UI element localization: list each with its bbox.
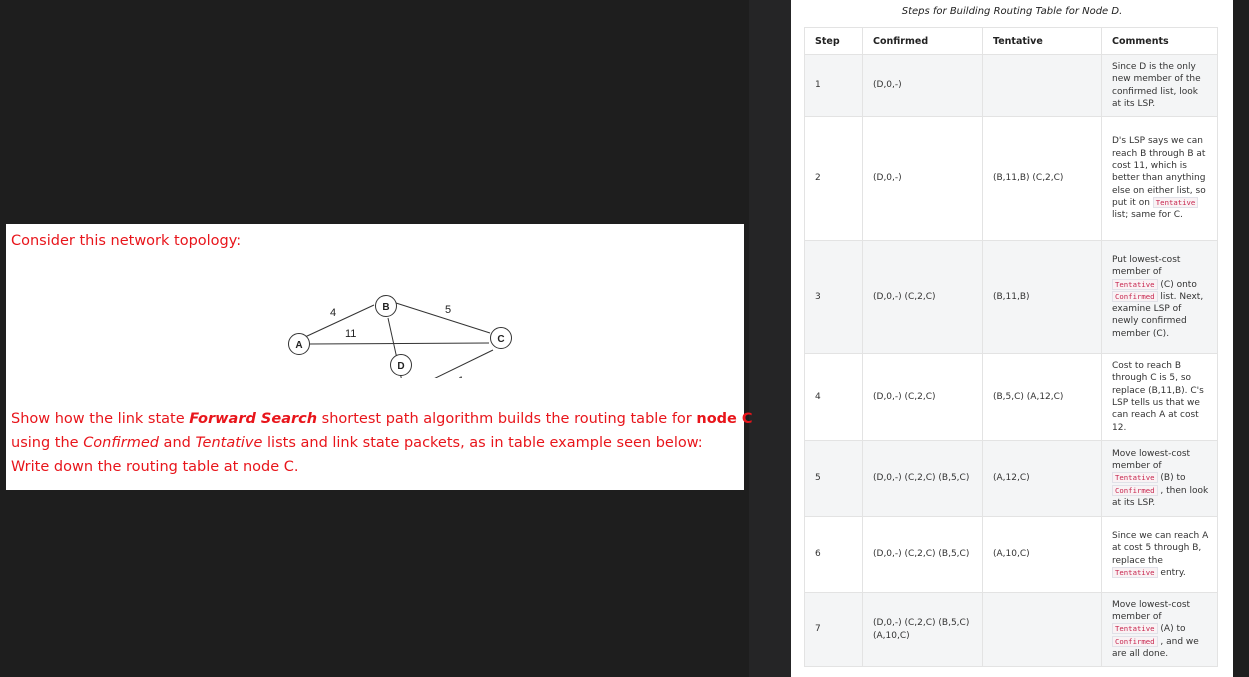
question-text-part: Show how the link state — [11, 411, 190, 427]
question-text-part: and — [158, 435, 196, 451]
step-cell: 3 — [804, 240, 863, 354]
comment-text: (C) onto — [1157, 279, 1197, 290]
svg-text:A: A — [295, 340, 302, 351]
step-cell: 7 — [804, 592, 863, 667]
step-cell: 1 — [804, 54, 863, 117]
edge-b-c — [395, 302, 491, 334]
code-snippet: Tentative — [1112, 278, 1158, 290]
confirmed-cell: (D,0,-) (C,2,C) (B,5,C) — [862, 440, 983, 517]
comment-text: Put lowest-cost member of — [1112, 254, 1181, 278]
svg-text:B: B — [382, 302, 389, 313]
header-step: Step — [804, 27, 863, 55]
edge-label-c-d: 1 — [458, 375, 464, 378]
code-snippet: Confirmed — [1112, 290, 1158, 302]
question-text-part: Confirmed — [83, 435, 159, 451]
code-snippet: Confirmed — [1112, 635, 1158, 647]
svg-text:D: D — [397, 361, 404, 372]
table-header-row: Step Confirmed Tentative Comments — [804, 27, 1218, 55]
edge-label-b-c: 5 — [445, 304, 451, 316]
table-row: 7 (D,0,-) (C,2,C) (B,5,C) (A,10,C) Move lo… — [804, 592, 1218, 667]
question-text-part: Forward Search — [189, 411, 318, 427]
comment-text: Move lowest-cost member of — [1112, 599, 1191, 623]
comment-text: Move lowest-cost member of — [1112, 448, 1191, 472]
tentative-cell: (B,11,B) (C,2,C) — [982, 116, 1102, 241]
comment-cell: Move lowest-cost member of Tentative (B)… — [1101, 440, 1218, 517]
comment-text: Since D is the only new member of the co… — [1112, 61, 1201, 109]
tentative-cell: (A,12,C) — [982, 440, 1102, 517]
comment-cell: Since we can reach A at cost 5 through B… — [1101, 516, 1218, 593]
comment-text: Since we can reach A at cost 5 through B… — [1112, 530, 1209, 566]
header-confirmed: Confirmed — [862, 27, 983, 55]
edge-label-a-c: 11 — [345, 328, 356, 340]
node-d-circle: D — [390, 354, 412, 376]
code-snippet: Tentative — [1152, 196, 1199, 208]
edge-a-b — [304, 304, 375, 338]
routing-steps-table: Step Confirmed Tentative Comments 1 (D,0,… — [804, 27, 1218, 667]
confirmed-cell: (D,0,-) (C,2,C) — [862, 353, 983, 441]
window-divider — [749, 0, 791, 677]
comment-text: list; same for C. — [1112, 210, 1183, 221]
comment-text: (B) to — [1157, 473, 1186, 484]
tentative-cell — [982, 592, 1102, 667]
tentative-cell: (B,11,B) — [982, 240, 1102, 354]
comment-cell: Since D is the only new member of the co… — [1101, 54, 1218, 117]
confirmed-cell: (D,0,-) (C,2,C) — [862, 240, 983, 354]
confirmed-cell: (D,0,-) — [862, 54, 983, 117]
step-cell: 6 — [804, 516, 863, 593]
header-tentative: Tentative — [982, 27, 1102, 55]
question-text-part: shortest path algorithm builds the routi… — [317, 411, 697, 427]
code-snippet: Tentative — [1112, 623, 1158, 635]
node-a: A — [288, 333, 310, 355]
code-snippet: Confirmed — [1112, 484, 1158, 496]
edge-a-c — [307, 342, 490, 345]
code-snippet: Tentative — [1112, 566, 1158, 578]
step-cell: 4 — [804, 353, 863, 441]
question-body: Show how the link state Forward Search s… — [11, 407, 753, 479]
table-row: 4 (D,0,-) (C,2,C) (B,5,C) (A,12,C) Cost to … — [804, 353, 1218, 441]
node-c: C — [490, 327, 512, 349]
comment-cell: D's LSP says we can reach B through B at… — [1101, 116, 1218, 241]
table-row: 2 (D,0,-) (B,11,B) (C,2,C) D's LSP says we … — [804, 116, 1218, 241]
confirmed-cell: (D,0,-) (C,2,C) (B,5,C) — [862, 516, 983, 593]
table-row: 1 (D,0,-) Since D is the only new member o… — [804, 54, 1218, 117]
right-edge — [1233, 0, 1249, 677]
routing-example-panel: Steps for Building Routing Table for Nod… — [791, 0, 1233, 677]
confirmed-cell: (D,0,-) (C,2,C) (B,5,C) (A,10,C) — [862, 592, 983, 667]
table-row: 3 (D,0,-) (C,2,C) (B,11,B) Put lowest-cost … — [804, 240, 1218, 354]
comment-cell: Cost to reach B through C is 5, so repla… — [1101, 353, 1218, 441]
comment-cell: Put lowest-cost member of Tentative (C) … — [1101, 240, 1218, 354]
comment-text: Cost to reach B through C is 5, so repla… — [1112, 361, 1204, 433]
confirmed-cell: (D,0,-) — [862, 116, 983, 241]
node-b: B — [375, 295, 397, 317]
table-row: 5 (D,0,-) (C,2,C) (B,5,C) (A,12,C) Move low… — [804, 440, 1218, 517]
table-caption: Steps for Building Routing Table for Nod… — [901, 6, 1123, 17]
question-text-part: Write down the routing table at node C. — [11, 459, 299, 475]
comment-text: (A) to — [1157, 624, 1186, 635]
question-card: Consider this network topology: 4 11 5 3… — [6, 224, 753, 490]
comment-text: entry. — [1157, 567, 1186, 578]
edge-label-a-b: 4 — [330, 307, 336, 319]
step-cell: 2 — [804, 116, 863, 241]
edge-c-d — [434, 349, 494, 378]
tentative-cell: (A,10,C) — [982, 516, 1102, 593]
header-comments: Comments — [1101, 27, 1218, 55]
question-text-part: node C — [696, 411, 753, 427]
question-text-part: lists and link state packets, as in tabl… — [262, 435, 703, 451]
table-row: 6 (D,0,-) (C,2,C) (B,5,C) (A,10,C) Since we… — [804, 516, 1218, 593]
tentative-cell: (B,5,C) (A,12,C) — [982, 353, 1102, 441]
code-snippet: Tentative — [1112, 472, 1158, 484]
question-intro: Consider this network topology: — [11, 233, 242, 249]
step-cell: 5 — [804, 440, 863, 517]
tentative-cell — [982, 54, 1102, 117]
comment-cell: Move lowest-cost member of Tentative (A)… — [1101, 592, 1218, 667]
question-text-part: using the — [11, 435, 84, 451]
question-text-part: Tentative — [195, 435, 263, 451]
svg-text:C: C — [497, 334, 504, 345]
